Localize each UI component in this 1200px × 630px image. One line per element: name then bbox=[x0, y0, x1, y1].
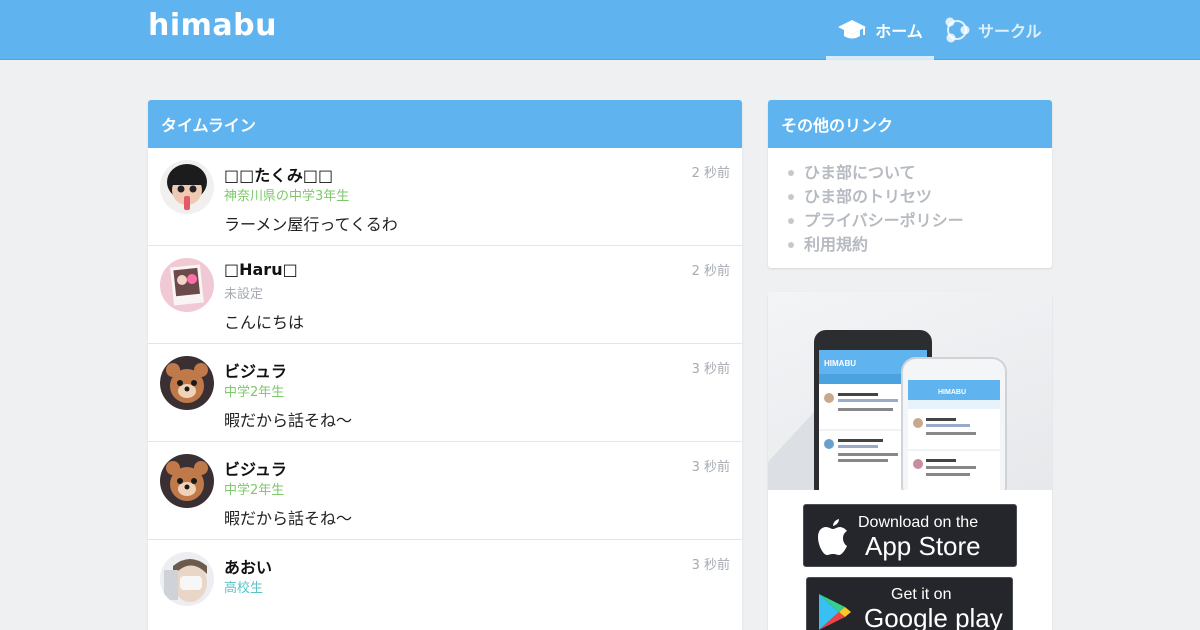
post-body: こんにちは bbox=[224, 313, 305, 332]
avatar-photo-icon[interactable] bbox=[160, 258, 214, 312]
google-play-icon bbox=[817, 592, 853, 630]
timeline-title: タイムライン bbox=[148, 100, 742, 148]
post-author[interactable]: ビジュラ bbox=[224, 456, 287, 480]
graduation-cap-icon bbox=[837, 18, 867, 42]
post-author[interactable]: あおい bbox=[224, 554, 272, 578]
link-terms[interactable]: 利用規約 bbox=[788, 233, 1052, 257]
timeline-post[interactable]: □□たくみ□□ 神奈川県の中学3年生 ラーメン屋行ってくるわ 2 秒前 bbox=[148, 148, 742, 246]
nav-circle-label: サークル bbox=[978, 22, 1042, 41]
google-play-small-text: Get it on bbox=[891, 586, 952, 603]
link-privacy-policy[interactable]: プライバシーポリシー bbox=[788, 209, 1052, 233]
avatar-bear-icon[interactable] bbox=[160, 454, 214, 508]
post-time: 2 秒前 bbox=[691, 166, 730, 181]
timeline-post[interactable]: ビジュラ 中学2年生 暇だから話そね〜 3 秒前 bbox=[148, 442, 742, 540]
post-time: 2 秒前 bbox=[691, 264, 730, 279]
app-store-button[interactable]: Download on the App Store bbox=[803, 504, 1017, 567]
other-links-card: その他のリンク ひま部について ひま部のトリセツ プライバシーポリシー 利用規約 bbox=[768, 100, 1052, 268]
apple-icon bbox=[816, 517, 850, 561]
post-body: 暇だから話そね〜 bbox=[224, 411, 353, 430]
phones-illustration: HIMABU HIMABU bbox=[768, 292, 1052, 501]
link-about[interactable]: ひま部について bbox=[788, 161, 1052, 185]
google-play-button[interactable]: Get it on Google play bbox=[806, 577, 1013, 630]
phone-brand-iphone: HIMABU bbox=[938, 389, 966, 396]
post-time: 3 秒前 bbox=[691, 362, 730, 377]
top-navbar: himabu ホーム サークル bbox=[0, 0, 1200, 60]
avatar-boy-icon[interactable] bbox=[160, 160, 214, 214]
post-time: 3 秒前 bbox=[691, 558, 730, 573]
site-logo[interactable]: himabu bbox=[148, 8, 277, 43]
post-grade: 中学2年生 bbox=[224, 483, 285, 498]
post-time: 3 秒前 bbox=[691, 460, 730, 475]
timeline-post[interactable]: ビジュラ 中学2年生 暇だから話そね〜 3 秒前 bbox=[148, 344, 742, 442]
nav-home-label: ホーム bbox=[875, 22, 923, 41]
post-grade: 中学2年生 bbox=[224, 385, 285, 400]
app-promo-card: HIMABU HIMABU Download on the App Store … bbox=[768, 292, 1052, 630]
avatar-bear-icon[interactable] bbox=[160, 356, 214, 410]
timeline-post[interactable]: あおい 高校生 3 秒前 bbox=[148, 540, 742, 630]
post-grade: 高校生 bbox=[224, 581, 264, 596]
post-grade: 神奈川県の中学3年生 bbox=[224, 189, 350, 204]
other-links-title: その他のリンク bbox=[768, 100, 1052, 148]
google-play-big-text: Google play bbox=[864, 603, 1003, 630]
timeline-card: タイムライン □□たくみ□□ 神奈川県の中学3年生 ラーメン屋行ってくるわ 2 … bbox=[148, 100, 742, 630]
other-links-list: ひま部について ひま部のトリセツ プライバシーポリシー 利用規約 bbox=[768, 148, 1052, 257]
post-grade: 未設定 bbox=[224, 287, 264, 302]
post-author[interactable]: ビジュラ bbox=[224, 358, 287, 382]
post-author[interactable]: □□たくみ□□ bbox=[224, 162, 333, 186]
phone-brand-android: HIMABU bbox=[824, 359, 856, 368]
post-body: 暇だから話そね〜 bbox=[224, 509, 353, 528]
post-author[interactable]: □Haru□ bbox=[224, 260, 298, 279]
link-guide[interactable]: ひま部のトリセツ bbox=[788, 185, 1052, 209]
circle-network-icon bbox=[944, 16, 970, 44]
nav-home[interactable]: ホーム bbox=[826, 0, 934, 60]
timeline-post[interactable]: □Haru□ 未設定 こんにちは 2 秒前 bbox=[148, 246, 742, 344]
app-store-big-text: App Store bbox=[865, 531, 981, 561]
app-store-small-text: Download on the bbox=[858, 514, 979, 531]
avatar-face-icon[interactable] bbox=[160, 552, 214, 606]
nav-circle[interactable]: サークル bbox=[944, 0, 1054, 60]
post-body: ラーメン屋行ってくるわ bbox=[224, 215, 398, 234]
